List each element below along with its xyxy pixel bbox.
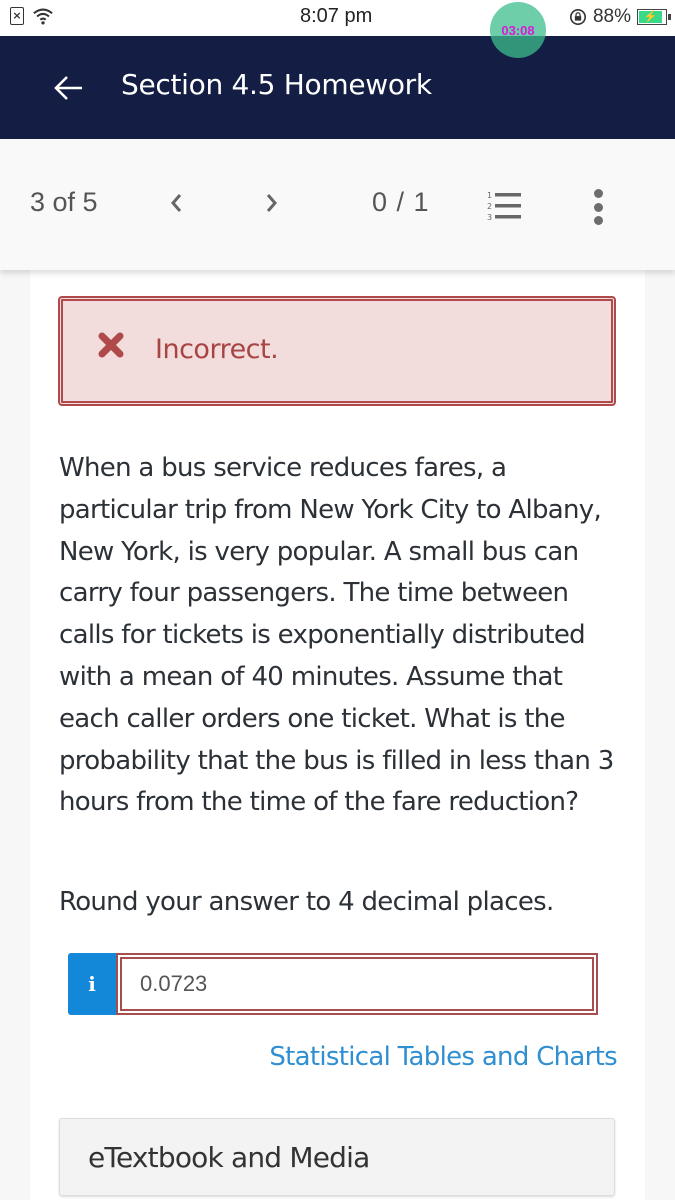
info-button[interactable]: i: [68, 953, 116, 1015]
app-header: Section 4.5 Homework: [0, 36, 675, 139]
status-bar: × 8:07 pm 88% ⚡: [0, 0, 675, 36]
answer-instruction: Round your answer to 4 decimal places.: [59, 887, 554, 917]
arrow-left-icon[interactable]: [52, 73, 86, 103]
svg-text:3: 3: [487, 213, 492, 222]
question-score: 0 / 1: [372, 187, 430, 217]
status-time: 8:07 pm: [300, 5, 373, 27]
feedback-status: Incorrect.: [155, 334, 279, 365]
dot: [593, 189, 603, 198]
page-title: Section 4.5 Homework: [121, 68, 432, 101]
question-text: When a bus service reduces fares, a part…: [59, 453, 614, 818]
chevron-left-icon: [171, 194, 182, 212]
chevron-right-icon: [266, 194, 277, 212]
status-left: ×: [10, 6, 54, 26]
svg-text:1: 1: [487, 191, 492, 200]
question-card: Incorrect. When a bus service reduces fa…: [30, 270, 645, 1200]
dot: [593, 202, 603, 212]
dot: [593, 216, 603, 225]
status-right: 88% ⚡: [569, 6, 671, 28]
x-mark-icon: [98, 332, 124, 358]
statistical-tables-link[interactable]: Statistical Tables and Charts: [269, 1042, 617, 1072]
rotation-lock-icon: [569, 8, 586, 26]
wifi-icon: [33, 8, 53, 25]
screen-recorder-timer[interactable]: 03:08: [490, 2, 546, 58]
question-nav-bar: 3 of 5 0 / 1 1 2 3: [0, 139, 675, 270]
next-question-button[interactable]: [258, 185, 286, 221]
timer-text: 03:08: [501, 22, 535, 38]
etextbook-media-button[interactable]: eTextbook and Media: [59, 1118, 615, 1196]
svg-text:2: 2: [487, 202, 492, 211]
numbered-list-icon[interactable]: 1 2 3: [485, 189, 525, 223]
sim-error-icon: ×: [10, 7, 24, 25]
question-position: 3 of 5: [30, 187, 98, 217]
answer-input[interactable]: [116, 953, 598, 1015]
more-vertical-icon[interactable]: [588, 189, 608, 225]
previous-question-button[interactable]: [162, 185, 190, 221]
battery-percent: 88%: [592, 6, 631, 27]
battery-charging-icon: ⚡: [637, 9, 671, 25]
incorrect-feedback-alert: Incorrect.: [58, 296, 616, 406]
etextbook-media-label: eTextbook and Media: [88, 1141, 370, 1174]
answer-row: i: [68, 953, 598, 1015]
